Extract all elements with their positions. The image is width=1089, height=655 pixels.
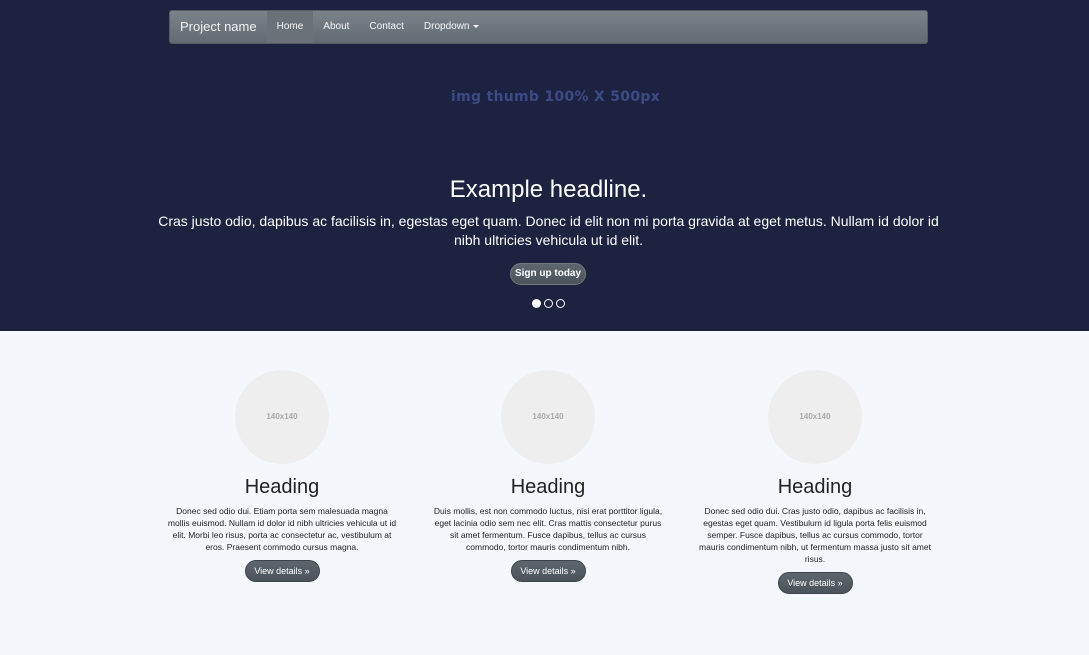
nav-item-about[interactable]: About <box>313 11 359 43</box>
view-details-button[interactable]: View details » <box>777 572 853 594</box>
placeholder-image: 140x140 <box>768 370 862 464</box>
nav-item-contact[interactable]: Contact <box>359 11 413 43</box>
column-text: Donec sed odio dui. Cras justo odio, dap… <box>699 506 931 564</box>
column-heading: Heading <box>244 476 320 498</box>
carousel-indicator[interactable] <box>556 299 565 308</box>
carousel-indicators <box>532 299 565 308</box>
column-heading: Heading <box>777 476 853 498</box>
carousel-image-placeholder: img thumb 100% X 500px <box>450 89 661 105</box>
column-text: Donec sed odio dui. Etiam porta sem male… <box>167 506 397 552</box>
dropdown-label: Dropdown <box>423 21 470 32</box>
marketing-column: 140x140 Heading Duis mollis, est non com… <box>432 370 664 582</box>
nav-item-home[interactable]: Home <box>266 11 314 43</box>
view-details-button[interactable]: View details » <box>244 560 320 582</box>
nav-menu: Home About Contact Dropdown <box>266 11 490 43</box>
column-text: Duis mollis, est non commodo luctus, nis… <box>433 506 663 552</box>
marketing-column: 140x140 Heading Donec sed odio dui. Cras… <box>699 370 931 594</box>
carousel-lead: Cras justo odio, dapibus ac facilisis in… <box>158 213 939 248</box>
brand-link[interactable]: Project name <box>170 11 267 43</box>
carousel-indicator[interactable] <box>532 299 541 308</box>
carousel-indicator[interactable] <box>544 299 553 308</box>
placeholder-image: 140x140 <box>501 370 595 464</box>
carousel-headline: Example headline. <box>449 176 648 203</box>
column-heading: Heading <box>510 476 586 498</box>
navbar: Project name Home About Contact Dropdown <box>169 10 928 44</box>
marketing-column: 140x140 Heading Donec sed odio dui. Etia… <box>166 370 398 582</box>
nav-item-dropdown[interactable]: Dropdown <box>414 11 490 43</box>
carousel-hero: Project name Home About Contact Dropdown… <box>0 0 1089 331</box>
caret-down-icon <box>473 24 480 28</box>
view-details-button[interactable]: View details » <box>510 560 586 582</box>
sign-up-button[interactable]: Sign up today <box>510 263 586 285</box>
placeholder-image: 140x140 <box>235 370 329 464</box>
